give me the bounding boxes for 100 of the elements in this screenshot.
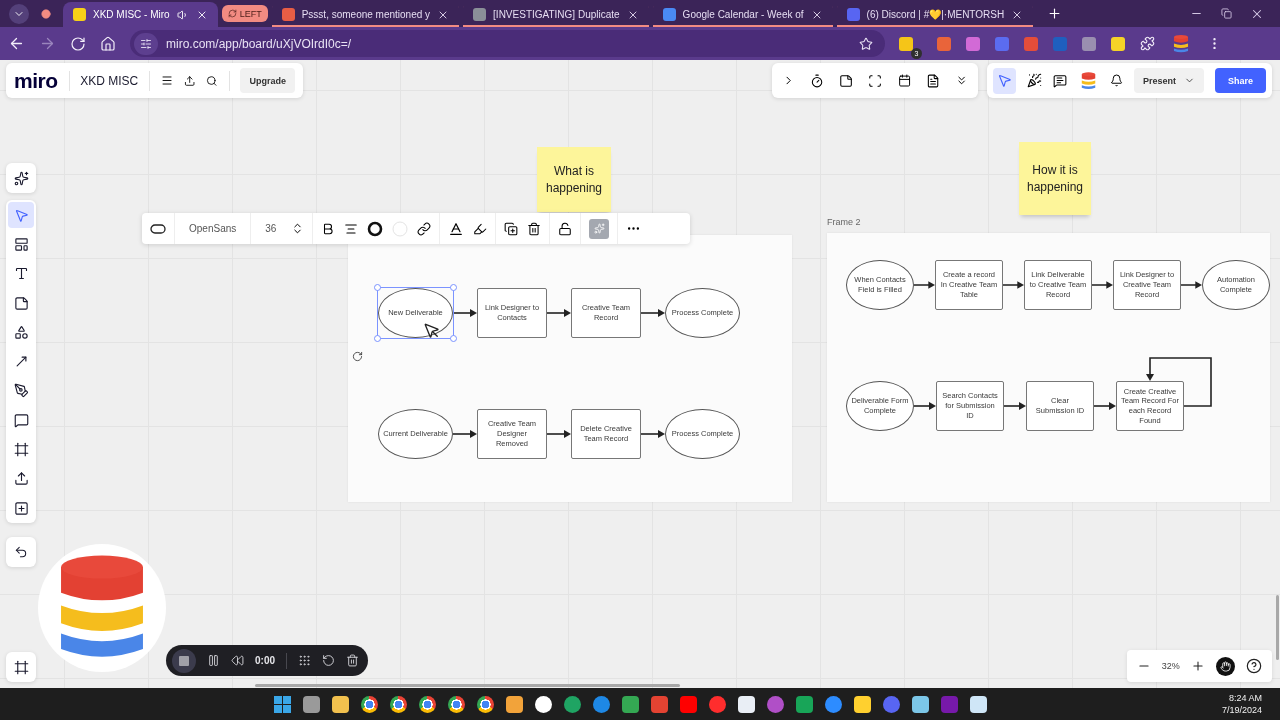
- delete-icon[interactable]: [527, 221, 542, 236]
- extension-icon[interactable]: [966, 36, 980, 51]
- favicon-icon: [73, 8, 86, 21]
- shapes-icon: [13, 324, 29, 340]
- clock-date[interactable]: 7/19/2024: [1221, 705, 1262, 715]
- back-icon[interactable]: [8, 35, 25, 52]
- pen-icon: [13, 383, 29, 399]
- bookmark-icon[interactable]: [859, 36, 873, 51]
- app-icon[interactable]: [738, 695, 755, 713]
- delete-icon[interactable]: [346, 654, 359, 667]
- cursor-toggle[interactable]: [993, 67, 1016, 94]
- browser-tab[interactable]: (6) Discord | #💛|·MENTORSH: [836, 2, 1034, 27]
- extension-icon[interactable]: [899, 36, 913, 51]
- sticky-note: What is happening: [537, 147, 611, 212]
- font-size-field[interactable]: 36: [259, 223, 283, 234]
- app-icon[interactable]: [332, 695, 349, 713]
- highlighter-icon[interactable]: [473, 221, 488, 236]
- share-button[interactable]: Share: [1214, 68, 1266, 93]
- browser-icon[interactable]: [477, 695, 494, 713]
- arrow: [1003, 280, 1024, 290]
- arrow: [1181, 280, 1202, 290]
- rotate-icon[interactable]: [352, 351, 363, 362]
- pause-icon[interactable]: [207, 654, 220, 667]
- app-icon[interactable]: [970, 695, 987, 713]
- hand-button[interactable]: [1216, 656, 1236, 676]
- frame-title[interactable]: Frame 2: [827, 217, 1270, 227]
- grid-dots-icon[interactable]: [298, 654, 311, 667]
- zoom-in-icon[interactable]: [1191, 659, 1205, 673]
- clock-time[interactable]: 8:24 AM: [1228, 693, 1262, 703]
- arrow: [547, 308, 571, 318]
- zoom-level[interactable]: 32%: [1161, 661, 1180, 671]
- sparkle-icon: [13, 170, 29, 186]
- link-icon[interactable]: [417, 221, 432, 236]
- border-color-icon[interactable]: [367, 220, 384, 237]
- browser-icon[interactable]: [361, 695, 378, 713]
- board-title[interactable]: XKD MISC: [80, 73, 139, 88]
- browser-icon[interactable]: [448, 695, 465, 713]
- bold-icon[interactable]: [321, 221, 336, 236]
- document-icon[interactable]: [925, 72, 940, 89]
- upgrade-button[interactable]: Upgrade: [240, 68, 295, 93]
- scrollbar[interactable]: [1276, 595, 1279, 660]
- app-icon[interactable]: [912, 695, 929, 713]
- tab-search-button[interactable]: [9, 3, 29, 24]
- plus-icon: [13, 500, 29, 516]
- browser-tab[interactable]: [INVESTIGATING] Duplicate: [463, 2, 649, 27]
- app-icon[interactable]: [535, 695, 552, 713]
- reload-icon[interactable]: [70, 35, 86, 52]
- present-button[interactable]: Present: [1133, 68, 1204, 93]
- browser-tab[interactable]: Google Calendar - Week of: [652, 2, 833, 27]
- frame-icon: [13, 659, 29, 675]
- favicon-icon: [846, 8, 860, 21]
- extension-icon[interactable]: [937, 36, 951, 51]
- arrow: [547, 429, 571, 439]
- site-info-button[interactable]: [134, 32, 158, 55]
- upload-icon: [13, 471, 29, 487]
- font-select[interactable]: OpenSans: [183, 223, 243, 234]
- browser-icon[interactable]: [419, 695, 436, 713]
- logo[interactable]: miro: [14, 68, 58, 93]
- home-icon[interactable]: [100, 35, 116, 52]
- calendar-icon[interactable]: [897, 73, 911, 88]
- arrow: [641, 429, 665, 439]
- restore-icon[interactable]: [1221, 8, 1232, 19]
- stop-button[interactable]: [172, 648, 196, 673]
- duplicate-icon[interactable]: [504, 221, 519, 236]
- extension-icon[interactable]: [1111, 36, 1125, 51]
- help-icon[interactable]: [1246, 658, 1263, 674]
- pointer-icon: [996, 73, 1012, 88]
- bell-icon[interactable]: [1109, 73, 1123, 88]
- mouse-cursor-icon: [423, 322, 441, 340]
- sticky-note: How it is happening: [1019, 142, 1091, 215]
- unlock-icon[interactable]: [558, 221, 573, 236]
- browser-icon[interactable]: [390, 695, 407, 713]
- tab-group-label[interactable]: LEFT: [221, 5, 268, 22]
- sliders-icon: [140, 37, 152, 50]
- restart-icon[interactable]: [322, 654, 335, 667]
- scrollbar[interactable]: [255, 684, 680, 687]
- oval-shape-icon[interactable]: [150, 223, 166, 234]
- puzzle-icon[interactable]: [1140, 36, 1155, 51]
- address-field[interactable]: miro.com/app/board/uXjVOIrdI0c=/: [130, 30, 885, 57]
- new-tab-icon[interactable]: [1047, 6, 1063, 21]
- hand-icon: [1220, 660, 1232, 672]
- timer-icon[interactable]: [810, 72, 825, 89]
- party-popper-icon[interactable]: [1026, 72, 1042, 89]
- speaker-icon[interactable]: [176, 8, 189, 21]
- card-icon[interactable]: [839, 72, 854, 89]
- browser-tab[interactable]: XKD MISC - Miro: [63, 2, 218, 27]
- layout-icon: [13, 236, 29, 252]
- arrow: [453, 429, 477, 439]
- focus-icon[interactable]: [868, 72, 883, 89]
- favicon-icon: [473, 8, 487, 21]
- grid-icon[interactable]: [274, 695, 291, 713]
- app-icon[interactable]: [854, 695, 871, 713]
- align-center-icon[interactable]: [344, 221, 359, 236]
- text-color-icon[interactable]: [448, 220, 465, 237]
- app-icon[interactable]: [506, 695, 523, 713]
- rewind-icon[interactable]: [231, 654, 244, 667]
- comment-icon[interactable]: [1052, 72, 1067, 89]
- app-icon[interactable]: [303, 695, 320, 713]
- extension-icon[interactable]: [1082, 36, 1096, 51]
- browser-tab[interactable]: Pssst, someone mentioned y: [271, 2, 460, 27]
